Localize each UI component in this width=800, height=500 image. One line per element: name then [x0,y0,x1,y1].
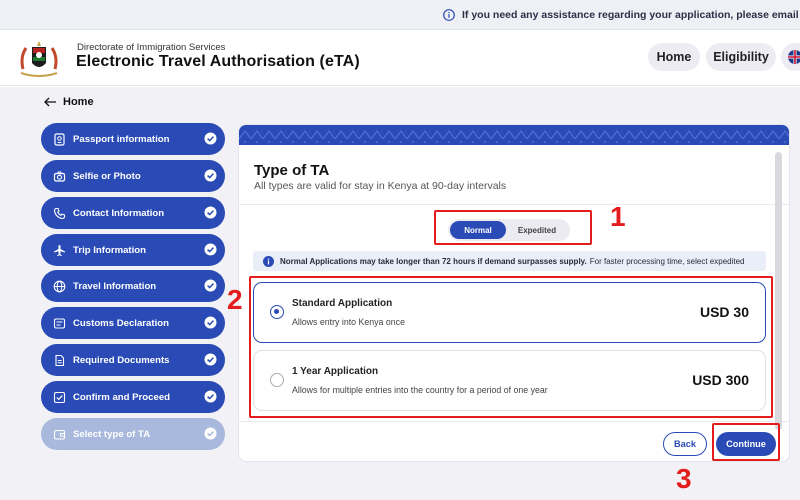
language-flag-button[interactable] [781,43,800,71]
sidebar-item-label: Passport information [73,133,170,145]
option-price: USD 300 [692,372,749,388]
decorative-pattern-banner [239,125,789,145]
radio-unselected[interactable] [270,373,284,387]
info-bold-text: Normal Applications may take longer than… [280,256,587,266]
sidebar-item-label: Confirm and Proceed [73,391,171,403]
globe-icon [51,278,67,294]
sidebar-item-selfie[interactable]: Selfie or Photo [41,160,225,192]
check-circle-icon [204,132,217,145]
plane-icon [51,242,67,258]
sidebar-item-label: Trip Information [73,244,147,256]
back-home-link[interactable]: Home [44,96,94,108]
section-title: Type of TA [254,162,330,179]
radio-selected[interactable] [270,305,284,319]
divider [239,421,789,422]
arrow-left-icon [44,97,56,107]
assistance-notice: If you need any assistance regarding you… [0,0,800,30]
uk-flag-icon [788,50,800,64]
kenya-coat-of-arms-logo [17,39,61,79]
sidebar-item-contact[interactable]: Contact Information [41,197,225,229]
sidebar-item-label: Select type of TA [73,428,151,440]
checkbox-icon [51,389,67,405]
check-circle-icon [204,316,217,329]
standard-application-option[interactable]: Standard Application Allows entry into K… [253,282,766,343]
sidebar-item-customs[interactable]: Customs Declaration [41,307,225,339]
sidebar-item-label: Selfie or Photo [73,170,141,182]
annotation-number-1: 1 [610,201,626,232]
info-icon [263,255,274,267]
sidebar-item-label: Travel Information [73,280,157,292]
sidebar-item-label: Required Documents [73,354,170,366]
toggle-normal[interactable]: Normal [450,221,506,239]
toggle-expedited[interactable]: Expedited [506,221,568,239]
passport-icon [51,131,67,147]
check-circle-icon [204,243,217,256]
info-text: For faster processing time, select exped… [589,256,745,266]
check-circle-icon [204,353,217,366]
notice-text: If you need any assistance regarding you… [462,8,800,21]
one-year-application-option[interactable]: 1 Year Application Allows for multiple e… [253,350,766,411]
processing-speed-toggle: Normal Expedited [448,219,570,241]
app-title: Electronic Travel Authorisation (eTA) [76,53,360,70]
type-of-ta-card: Type of TA All types are valid for stay … [238,124,790,462]
section-subtitle: All types are valid for stay in Kenya at… [254,180,507,192]
sidebar-item-label: Contact Information [73,207,165,219]
home-button[interactable]: Home [648,43,700,71]
option-description: Allows entry into Kenya once [292,317,405,327]
check-circle-icon [204,390,217,403]
annotation-number-3: 3 [676,463,692,494]
sidebar-item-select-type[interactable]: Select type of TA [41,418,225,450]
info-icon [443,8,455,21]
eligibility-button[interactable]: Eligibility [706,43,776,71]
option-name: 1 Year Application [292,366,379,377]
back-button[interactable]: Back [663,432,707,456]
scrollbar[interactable] [775,152,782,430]
option-description: Allows for multiple entries into the cou… [292,385,548,395]
wallet-icon [51,426,67,442]
option-name: Standard Application [292,298,393,309]
back-home-label: Home [63,96,94,108]
sidebar-item-trip[interactable]: Trip Information [41,234,225,266]
site-header: Directorate of Immigration Services Elec… [0,30,800,86]
check-circle-icon [204,206,217,219]
check-circle-icon [204,279,217,292]
camera-icon [51,168,67,184]
customs-icon [51,315,67,331]
divider [239,204,789,205]
sidebar-item-confirm[interactable]: Confirm and Proceed [41,381,225,413]
sidebar-item-documents[interactable]: Required Documents [41,344,225,376]
sidebar-item-passport[interactable]: Passport information [41,123,225,155]
annotation-number-2: 2 [227,284,243,315]
phone-icon [51,205,67,221]
sidebar-item-travel[interactable]: Travel Information [41,270,225,302]
documents-icon [51,352,67,368]
sidebar-item-label: Customs Declaration [73,317,169,329]
check-circle-icon [204,169,217,182]
option-price: USD 30 [699,304,749,320]
org-name: Directorate of Immigration Services [77,42,226,53]
check-circle-icon [204,427,217,440]
processing-info-banner: Normal Applications may take longer than… [253,251,766,271]
continue-button[interactable]: Continue [716,432,776,456]
